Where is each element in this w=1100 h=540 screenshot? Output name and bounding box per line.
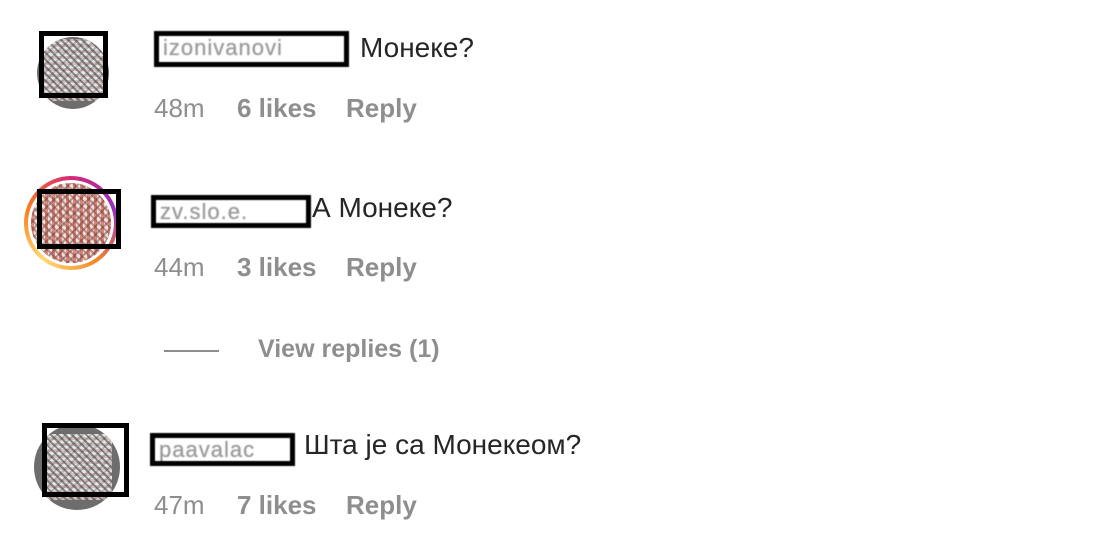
comment-text: Шта је са Монекеом? [304, 429, 582, 460]
avatar-redaction-box [37, 189, 121, 249]
view-replies-divider [164, 350, 219, 352]
comment-username[interactable]: zv.slo.e. [151, 195, 311, 228]
comment-item: paavalac Шта је са Монекеом? 47m 7 likes… [0, 410, 1100, 540]
comment-timestamp: 47m [154, 490, 205, 520]
comment-likes-count[interactable]: 3 likes [237, 252, 317, 283]
reply-button[interactable]: Reply [346, 252, 417, 283]
comment-text: Монеке? [360, 32, 474, 63]
comment-item: zv.slo.e. А Монеке? 44m 3 likes Reply [0, 160, 1100, 290]
avatar-redaction-box [42, 423, 129, 497]
comment-username[interactable]: izonivanovi [154, 31, 349, 67]
avatar-redaction-box [39, 31, 108, 98]
reply-button[interactable]: Reply [346, 93, 417, 124]
comment-timestamp: 44m [154, 252, 205, 282]
comment-timestamp: 48m [154, 93, 205, 123]
comment-likes-count[interactable]: 6 likes [237, 93, 317, 124]
comment-username[interactable]: paavalac [150, 433, 295, 466]
comment-likes-count[interactable]: 7 likes [237, 490, 317, 521]
comment-text: А Монеке? [312, 192, 453, 223]
view-replies-button[interactable]: View replies (1) [258, 335, 440, 364]
comment-item: izonivanovi Монеке? 48m 6 likes Reply [0, 0, 1100, 150]
reply-button[interactable]: Reply [346, 490, 417, 521]
